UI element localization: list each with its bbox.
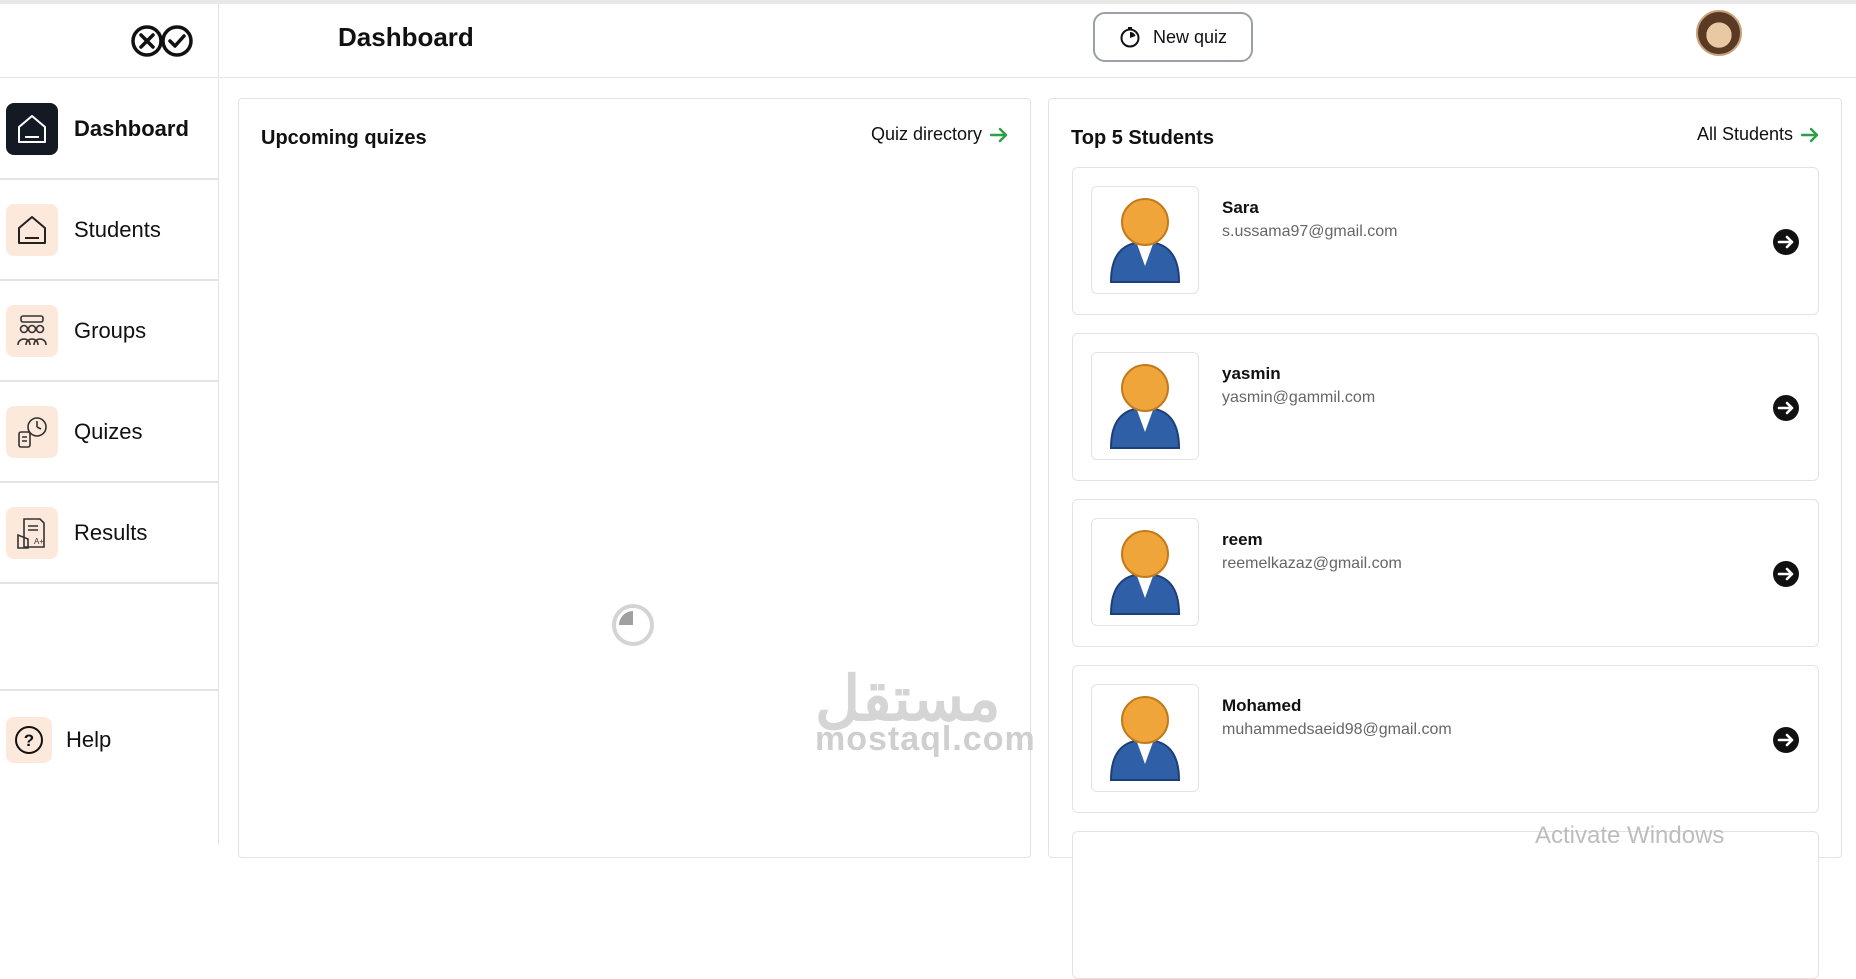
loading-spinner-icon xyxy=(612,604,654,646)
home-icon xyxy=(6,203,58,256)
watermark-text: mostaql.com xyxy=(815,720,1036,758)
logo[interactable] xyxy=(0,3,219,78)
student-avatar xyxy=(1091,352,1199,460)
student-name: reem xyxy=(1222,530,1263,549)
student-card[interactable]: Sara s.ussama97@gmail.com xyxy=(1072,167,1819,315)
student-name: Sara xyxy=(1222,198,1259,217)
arrow-right-icon xyxy=(1801,127,1819,142)
group-icon xyxy=(6,304,58,357)
sidebar-item-help[interactable]: ? Help xyxy=(0,689,219,789)
activate-windows-overlay: Activate Windows xyxy=(1535,822,1725,849)
student-avatar xyxy=(1091,684,1199,792)
sidebar-item-label: Dashboard xyxy=(74,115,189,141)
sidebar-item-dashboard[interactable]: Dashboard xyxy=(0,79,219,180)
new-quiz-label: New quiz xyxy=(1152,26,1228,47)
arrow-right-icon xyxy=(990,127,1008,142)
arrow-circle-right-icon[interactable] xyxy=(1772,726,1800,754)
user-avatar[interactable] xyxy=(1696,10,1742,56)
student-email: yasmin@gammil.com xyxy=(1222,389,1376,406)
stopwatch-icon xyxy=(1120,27,1140,48)
logo-icon xyxy=(131,24,193,57)
student-card[interactable] xyxy=(1072,831,1819,979)
quiz-icon xyxy=(6,405,58,458)
student-email: reemelkazaz@gmail.com xyxy=(1222,555,1402,572)
sidebar-item-results[interactable]: A+ Results xyxy=(0,483,219,584)
sidebar-item-groups[interactable]: Groups xyxy=(0,281,219,382)
sidebar-item-quizes[interactable]: Quizes xyxy=(0,382,219,483)
arrow-circle-right-icon[interactable] xyxy=(1772,228,1800,256)
student-email: muhammedsaeid98@gmail.com xyxy=(1222,721,1452,738)
student-card[interactable]: yasmin yasmin@gammil.com xyxy=(1072,333,1819,481)
page-title: Dashboard xyxy=(338,22,474,52)
quiz-directory-label: Quiz directory xyxy=(870,124,982,144)
svg-text:?: ? xyxy=(24,731,34,750)
sidebar-item-label: Results xyxy=(74,519,148,545)
svg-text:A+: A+ xyxy=(34,537,44,546)
student-email: s.ussama97@gmail.com xyxy=(1222,223,1398,240)
all-students-link[interactable]: All Students xyxy=(1697,124,1819,145)
student-card[interactable]: reem reemelkazaz@gmail.com xyxy=(1072,499,1819,647)
top-students-panel: Top 5 Students All Students Sara s.ussam… xyxy=(1048,98,1842,979)
new-quiz-button[interactable]: New quiz xyxy=(1093,12,1253,62)
student-name: yasmin xyxy=(1222,364,1281,383)
help-label: Help xyxy=(66,727,112,752)
home-icon xyxy=(6,102,58,155)
upcoming-quizzes-title: Upcoming quizes xyxy=(261,127,427,149)
help-icon: ? xyxy=(6,717,52,763)
sidebar-item-label: Students xyxy=(74,216,161,242)
arrow-circle-right-icon[interactable] xyxy=(1772,560,1800,588)
header xyxy=(0,3,1856,78)
sidebar-item-students[interactable]: Students xyxy=(0,180,219,281)
sidebar-item-label: Quizes xyxy=(74,418,143,444)
student-avatar xyxy=(1091,518,1199,626)
sidebar: Dashboard Students Groups Quizes A+ Resu… xyxy=(0,79,219,844)
top-students-title: Top 5 Students xyxy=(1071,127,1214,149)
student-card[interactable]: Mohamed muhammedsaeid98@gmail.com xyxy=(1072,665,1819,813)
results-icon: A+ xyxy=(6,506,58,559)
quiz-directory-link[interactable]: Quiz directory xyxy=(871,124,1008,145)
student-name: Mohamed xyxy=(1222,696,1302,715)
all-students-label: All Students xyxy=(1696,124,1793,144)
sidebar-item-label: Groups xyxy=(74,317,147,343)
student-avatar xyxy=(1091,186,1199,294)
arrow-circle-right-icon[interactable] xyxy=(1772,394,1800,422)
